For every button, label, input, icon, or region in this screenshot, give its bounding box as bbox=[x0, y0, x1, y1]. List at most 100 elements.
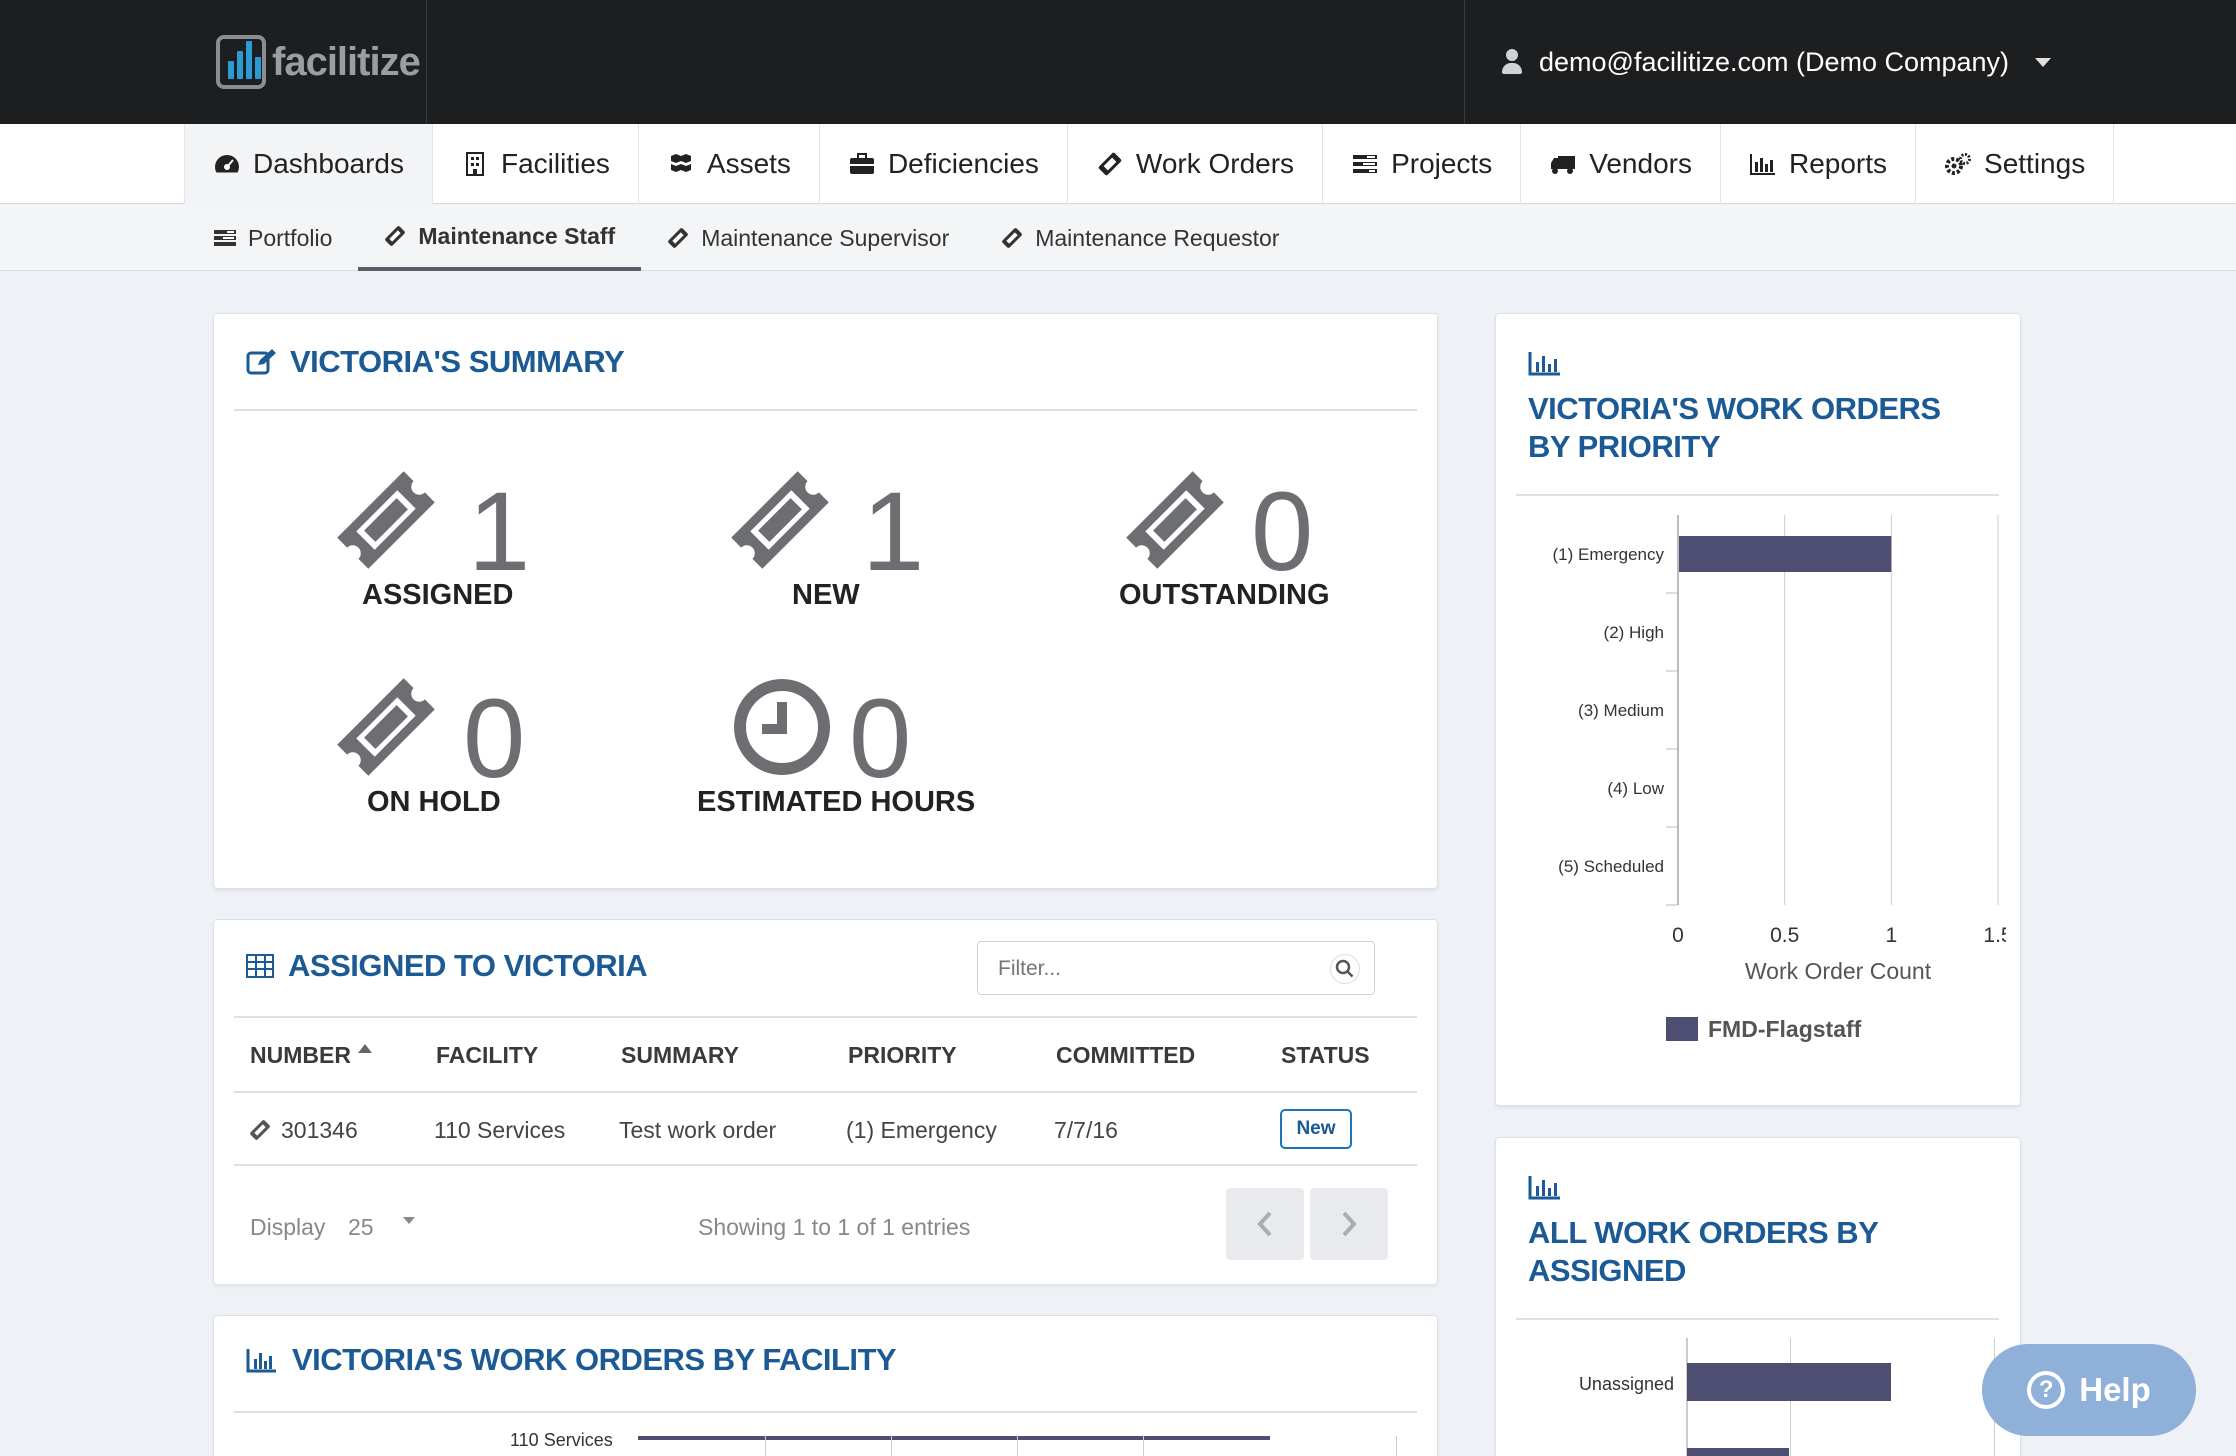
column-header-summary[interactable]: SUMMARY bbox=[621, 1042, 739, 1069]
divider bbox=[1516, 494, 1999, 496]
showing-entries: Showing 1 to 1 of 1 entries bbox=[698, 1214, 971, 1240]
nav-item-assets[interactable]: Assets bbox=[639, 124, 820, 204]
filter-field[interactable] bbox=[977, 941, 1375, 995]
bar-chart-icon bbox=[246, 1349, 276, 1373]
assigned-chart: Unassigned bbox=[1516, 1330, 2006, 1456]
stat-label: NEW bbox=[792, 579, 860, 611]
column-header-number[interactable]: NUMBER bbox=[250, 1042, 351, 1069]
stat-value: 0 bbox=[849, 676, 912, 801]
nav-label: Settings bbox=[1984, 148, 2086, 179]
ticket-icon bbox=[250, 1120, 270, 1140]
chevron-down-icon bbox=[403, 1217, 415, 1224]
chevron-left-icon bbox=[1257, 1211, 1272, 1237]
category-label: (1) Emergency bbox=[1553, 545, 1665, 564]
assigned-chart-title: ALL WORK ORDERS BY ASSIGNED bbox=[1528, 1215, 1878, 1288]
category-label: (5) Scheduled bbox=[1558, 857, 1664, 876]
edit-icon bbox=[246, 349, 276, 375]
nav-item-dashboards[interactable]: Dashboards bbox=[185, 124, 433, 204]
dashboard-icon bbox=[215, 155, 239, 173]
user-menu[interactable]: demo@facilitize.com (Demo Company) bbox=[1464, 0, 2236, 124]
divider bbox=[234, 1016, 1417, 1018]
chevron-down-icon bbox=[2035, 57, 2052, 67]
main-nav: Dashboards Facilities Assets Deficiencie… bbox=[0, 124, 2236, 204]
tasks-icon bbox=[1353, 155, 1378, 173]
question-icon: ? bbox=[2027, 1371, 2066, 1409]
stat-value: 1 bbox=[862, 469, 925, 594]
sub-nav: Portfolio Maintenance Staff Maintenance … bbox=[0, 205, 2236, 271]
nav-label: Projects bbox=[1391, 148, 1493, 179]
user-icon bbox=[1501, 49, 1523, 75]
ticket-icon bbox=[337, 678, 435, 776]
clock-icon bbox=[734, 679, 830, 775]
column-header-priority[interactable]: PRIORITY bbox=[848, 1042, 957, 1069]
logo[interactable]: facilitize bbox=[186, 0, 427, 124]
ticket-icon bbox=[1002, 228, 1023, 248]
subnav-item-maintenance-supervisor[interactable]: Maintenance Supervisor bbox=[641, 205, 975, 271]
nav-item-settings[interactable]: Settings bbox=[1916, 124, 2115, 204]
nav-item-deficiencies[interactable]: Deficiencies bbox=[820, 124, 1068, 204]
stat-label: ON HOLD bbox=[367, 786, 501, 818]
filter-input[interactable] bbox=[998, 954, 1298, 984]
prev-page-button[interactable] bbox=[1226, 1188, 1304, 1260]
by-facility-title: VICTORIA'S WORK ORDERS BY FACILITY bbox=[292, 1342, 897, 1377]
bar-unassigned bbox=[1687, 1363, 1891, 1401]
bar-chart-icon bbox=[1528, 1176, 1560, 1200]
building-icon bbox=[465, 152, 484, 176]
cell-priority: (1) Emergency bbox=[846, 1117, 997, 1143]
next-page-button[interactable] bbox=[1310, 1188, 1388, 1260]
category-label: (4) Low bbox=[1607, 779, 1664, 798]
stat-value: 1 bbox=[468, 469, 531, 594]
cubes-icon bbox=[670, 154, 691, 172]
category-label: 110 Services bbox=[510, 1430, 613, 1450]
subnav-label: Maintenance Staff bbox=[418, 222, 616, 249]
help-button[interactable]: ? Help bbox=[1982, 1344, 2196, 1436]
ticket-icon bbox=[385, 226, 406, 246]
subnav-item-maintenance-staff[interactable]: Maintenance Staff bbox=[358, 205, 642, 271]
nav-item-work-orders[interactable]: Work Orders bbox=[1068, 124, 1324, 204]
nav-label: Work Orders bbox=[1135, 148, 1295, 179]
x-tick-label: 1 bbox=[1885, 924, 1897, 947]
category-label: (3) Medium bbox=[1578, 701, 1664, 720]
bar-chart-icon bbox=[1749, 154, 1775, 175]
user-label: demo@facilitize.com (Demo Company) bbox=[1539, 46, 2010, 77]
column-header-status[interactable]: STATUS bbox=[1281, 1042, 1370, 1069]
nav-item-facilities[interactable]: Facilities bbox=[433, 124, 639, 204]
summary-title: VICTORIA'S SUMMARY bbox=[290, 344, 625, 379]
category-label: (2) High bbox=[1604, 623, 1664, 642]
subnav-label: Maintenance Requestor bbox=[1035, 224, 1280, 251]
cell-summary: Test work order bbox=[619, 1117, 777, 1143]
divider bbox=[234, 409, 1417, 411]
column-header-committed[interactable]: COMMITTED bbox=[1056, 1042, 1195, 1069]
x-tick-label: 1.5 bbox=[1983, 924, 2006, 947]
cell-number[interactable]: 301346 bbox=[281, 1117, 358, 1144]
search-button[interactable] bbox=[1330, 954, 1360, 984]
bar-chart-icon bbox=[1528, 352, 1560, 376]
priority-chart: 0 0.5 1 1.5 (1) Emergency (2) High (3) Medium (… bbox=[1553, 515, 2006, 1042]
chevron-right-icon bbox=[1342, 1211, 1357, 1237]
facility-bar-top bbox=[638, 1436, 1270, 1440]
nav-label: Vendors bbox=[1589, 148, 1692, 179]
nav-item-projects[interactable]: Projects bbox=[1323, 124, 1522, 204]
briefcase-icon bbox=[849, 153, 874, 174]
legend-swatch bbox=[1666, 1017, 1698, 1041]
display-label: Display bbox=[250, 1214, 326, 1240]
cell-committed: 7/7/16 bbox=[1054, 1117, 1118, 1143]
stat-label: ESTIMATED HOURS bbox=[697, 786, 976, 818]
display-select[interactable]: 25 bbox=[348, 1214, 374, 1241]
nav-label: Dashboards bbox=[253, 148, 404, 179]
assigned-title: ASSIGNED TO VICTORIA bbox=[288, 948, 648, 983]
subnav-label: Maintenance Supervisor bbox=[701, 224, 950, 251]
legend-label: FMD-Flagstaff bbox=[1708, 1016, 1862, 1042]
nav-label: Deficiencies bbox=[887, 148, 1039, 179]
nav-label: Assets bbox=[706, 148, 791, 179]
logo-mark-icon bbox=[216, 35, 266, 89]
nav-item-reports[interactable]: Reports bbox=[1721, 124, 1917, 204]
subnav-item-portfolio[interactable]: Portfolio bbox=[210, 205, 358, 271]
divider bbox=[234, 1164, 1417, 1166]
subnav-item-maintenance-requestor[interactable]: Maintenance Requestor bbox=[975, 205, 1305, 271]
column-header-facility[interactable]: FACILITY bbox=[436, 1042, 538, 1069]
divider bbox=[234, 1091, 1417, 1093]
search-icon bbox=[1335, 959, 1354, 978]
ticket-icon bbox=[731, 471, 829, 569]
nav-item-vendors[interactable]: Vendors bbox=[1521, 124, 1721, 204]
